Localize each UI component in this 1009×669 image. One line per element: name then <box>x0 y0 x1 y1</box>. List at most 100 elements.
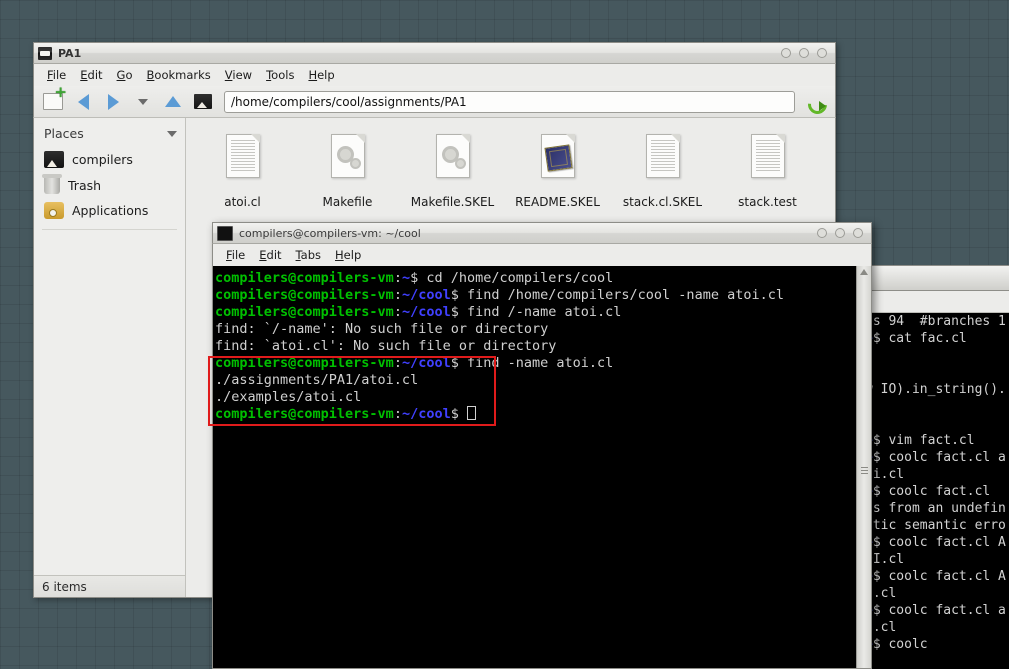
background-command: $ cat fac.cl <box>872 331 967 346</box>
menu-view[interactable]: View <box>218 66 259 84</box>
file-icon-row: atoi.cl Makefile Makefile.SKEL README.SK… <box>186 118 835 209</box>
menu-tools[interactable]: Tools <box>259 66 301 84</box>
background-terminal-line: i.cl <box>865 620 897 635</box>
file-manager-toolbar[interactable]: /home/compilers/cool/assignments/PA1 <box>33 85 836 118</box>
file-name: Makefile.SKEL <box>410 195 495 209</box>
minimize-button[interactable] <box>817 228 827 238</box>
terminal-body[interactable]: compilers@compilers-vm:~$ cd /home/compi… <box>212 266 872 669</box>
home-icon <box>194 94 212 109</box>
prompt-path: ~ <box>401 270 411 286</box>
background-terminal-line: e$ coolc <box>865 636 1009 653</box>
file-manager-title: PA1 <box>58 46 82 60</box>
file-item-makefile-skel[interactable]: Makefile.SKEL <box>410 134 495 209</box>
background-terminal-line: e$ coolc fact.cl a <box>865 602 1009 619</box>
menu-file-rest: ile <box>52 68 67 82</box>
file-item-atoi-cl[interactable]: atoi.cl <box>200 134 285 209</box>
new-tab-button[interactable] <box>40 85 67 114</box>
maximize-button[interactable] <box>799 48 809 58</box>
terminal-titlebar[interactable]: compilers@compilers-vm: ~/cool <box>212 222 872 244</box>
menu-file[interactable]: File <box>40 66 73 84</box>
background-terminal-line: e$ coolc fact.cl A <box>865 534 1009 551</box>
background-command: $ coolc fact.cl a <box>872 450 1006 465</box>
file-name: Makefile <box>322 195 373 209</box>
file-item-readme-skel[interactable]: README.SKEL <box>515 134 600 209</box>
file-item-stack-cl-skel[interactable]: stack.cl.SKEL <box>620 134 705 209</box>
terminal-window[interactable]: compilers@compilers-vm: ~/cool File Edit… <box>212 222 872 669</box>
file-name: atoi.cl <box>224 195 261 209</box>
background-terminal-output: es 94 #branches 1e$ cat fac.cl w IO).in_… <box>862 313 1009 669</box>
sidebar-item-label: compilers <box>72 152 133 167</box>
background-terminal-line: ts from an undefin <box>865 501 1006 516</box>
places-label: Places <box>44 126 84 141</box>
home-folder-icon <box>44 151 64 168</box>
arrow-right-icon <box>107 93 119 110</box>
reload-icon <box>806 92 826 112</box>
terminal-menubar[interactable]: File Edit Tabs Help <box>212 244 872 266</box>
window-buttons <box>781 48 831 58</box>
background-terminal-line: w IO).in_string(). <box>865 382 1006 397</box>
terminal-menu-help[interactable]: Help <box>328 246 368 264</box>
text-document-icon <box>640 134 686 190</box>
background-terminal-window[interactable]: es 94 #branches 1e$ cat fac.cl w IO).in_… <box>862 265 1009 669</box>
terminal-menu-tabs[interactable]: Tabs <box>289 246 328 264</box>
close-button[interactable] <box>853 228 863 238</box>
menu-bookmarks-rest: ookmarks <box>154 68 211 82</box>
prompt-path: ~/cool <box>401 406 451 422</box>
applications-icon <box>44 202 64 219</box>
close-button[interactable] <box>817 48 827 58</box>
terminal-output-line: ./assignments/PA1/atoi.cl <box>215 372 419 388</box>
reload-button[interactable] <box>803 90 829 114</box>
trash-icon <box>42 174 62 194</box>
menu-edit[interactable]: Edit <box>73 66 109 84</box>
background-terminal-menubar[interactable] <box>862 291 1009 313</box>
background-terminal-line: e$ coolc fact.cl a <box>865 449 1009 466</box>
background-terminal-line: es 94 #branches 1 <box>865 314 1006 329</box>
background-command: $ coolc fact.cl <box>872 484 991 499</box>
prompt-user: compilers@compilers-vm <box>215 270 394 286</box>
menu-bookmarks[interactable]: Bookmarks <box>140 66 218 84</box>
text-document-icon <box>220 134 266 190</box>
terminal-prompt-line: compilers@compilers-vm:~/cool$ find /-na… <box>215 304 856 321</box>
prompt-colon: : <box>393 355 402 371</box>
scroll-up-icon[interactable] <box>860 269 868 275</box>
background-terminal-line: OI.cl <box>865 552 905 567</box>
terminal-output-line: ./examples/atoi.cl <box>215 389 362 405</box>
menu-go[interactable]: Go <box>110 66 140 84</box>
file-manager-titlebar[interactable]: PA1 <box>33 42 836 64</box>
chevron-down-icon <box>138 98 148 105</box>
home-button[interactable] <box>190 90 216 114</box>
file-item-makefile[interactable]: Makefile <box>305 134 390 209</box>
terminal-output-line: find: `/-name': No such file or director… <box>215 321 549 337</box>
terminal-menu-edit[interactable]: Edit <box>252 246 288 264</box>
up-button[interactable] <box>160 90 186 114</box>
file-name: stack.cl.SKEL <box>622 195 703 209</box>
sidebar-item-label: Trash <box>68 177 102 193</box>
maximize-button[interactable] <box>835 228 845 238</box>
terminal-prompt-line: compilers@compilers-vm:~/cool$ find -nam… <box>215 355 856 372</box>
folder-icon <box>38 46 52 60</box>
terminal-scrollbar[interactable] <box>856 266 871 668</box>
terminal-menu-file[interactable]: File <box>219 246 252 264</box>
sidebar-item-applications[interactable]: Applications <box>34 198 185 223</box>
file-item-stack-test[interactable]: stack.test <box>725 134 810 209</box>
chevron-down-icon[interactable] <box>167 130 177 137</box>
back-button[interactable] <box>70 90 96 114</box>
forward-button[interactable] <box>100 90 126 114</box>
sidebar-item-trash[interactable]: Trash <box>34 172 185 198</box>
prompt-user: compilers@compilers-vm <box>215 406 394 422</box>
scroll-grip-icon[interactable] <box>861 467 868 474</box>
history-dropdown-button[interactable] <box>130 90 156 114</box>
file-manager-menubar[interactable]: File Edit Go Bookmarks View Tools Help <box>33 64 836 86</box>
background-command: $ coolc fact.cl A <box>872 535 1006 550</box>
terminal-screen[interactable]: compilers@compilers-vm:~$ cd /home/compi… <box>213 266 856 668</box>
background-terminal-titlebar[interactable] <box>862 265 1009 291</box>
menu-help[interactable]: Help <box>301 66 341 84</box>
sidebar-item-compilers[interactable]: compilers <box>34 147 185 172</box>
prompt-path: ~/cool <box>401 355 451 371</box>
places-header[interactable]: Places <box>34 118 185 147</box>
background-command: $ vim fact.cl <box>872 433 975 448</box>
terminal-prompt-line: compilers@compilers-vm:~/cool$ find /hom… <box>215 287 856 304</box>
location-input[interactable]: /home/compilers/cool/assignments/PA1 <box>224 90 795 113</box>
minimize-button[interactable] <box>781 48 791 58</box>
prompt-user: compilers@compilers-vm <box>215 287 394 303</box>
